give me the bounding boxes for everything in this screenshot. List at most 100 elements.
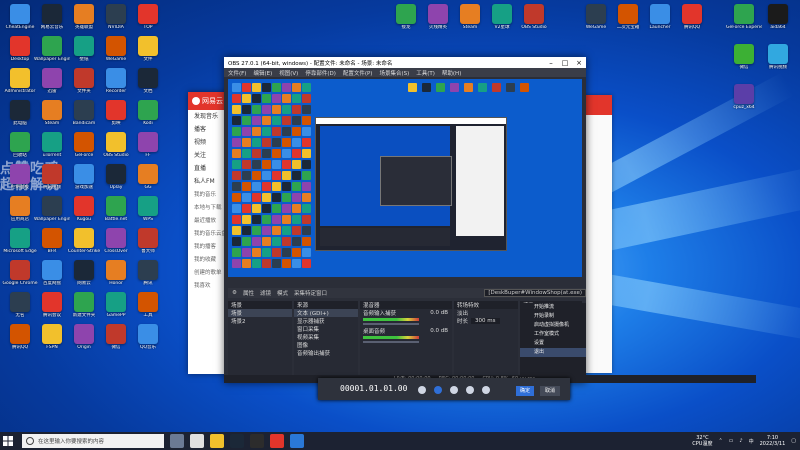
desktop-icon[interactable]: 火线精英	[420, 4, 456, 30]
cancel-button[interactable]: 取消	[540, 386, 560, 396]
obs-titlebar[interactable]: OBS 27.0.1 (64-bit, windows) - 配置文件: 未命名…	[224, 57, 586, 68]
desktop-icon[interactable]: GeForce Experience	[726, 4, 762, 30]
desktop-icon[interactable]: 英雄联盟	[66, 4, 102, 30]
desktop-icon[interactable]: TOP	[130, 4, 166, 30]
start-button[interactable]	[0, 432, 16, 450]
source-item[interactable]: 音频输出捕获	[294, 349, 358, 357]
desktop-icon[interactable]: 腾讯QQ	[674, 4, 710, 30]
source-item[interactable]: 文本 (GDI+)	[294, 309, 358, 317]
desktop-icon[interactable]: 应用商店	[2, 196, 38, 222]
desktop-icon[interactable]: 文件	[130, 36, 166, 62]
desktop-icon[interactable]: CrossOver	[98, 228, 134, 254]
obs-menu-item[interactable]: 编辑(E)	[253, 69, 272, 77]
properties-button[interactable]: 属性	[243, 289, 254, 297]
menu-item[interactable]: 开始录制	[520, 312, 586, 321]
desktop-icon[interactable]: Steam	[452, 4, 488, 30]
desktop-icon[interactable]: 二次元宝箱	[610, 4, 646, 30]
close-icon[interactable]: ×	[572, 59, 586, 67]
desktop-icon[interactable]: 控制面板	[2, 164, 38, 190]
menu-item[interactable]: 开始推流	[520, 303, 586, 312]
source-item[interactable]: 视频采集	[294, 333, 358, 341]
netease-icon[interactable]	[270, 434, 284, 448]
desktop-icon[interactable]: 壁纸	[66, 36, 102, 62]
obs-menu-item[interactable]: 视图(V)	[279, 69, 298, 77]
menu-item[interactable]: 设置	[520, 339, 586, 348]
desktop-icon[interactable]: Desktop	[2, 36, 38, 62]
scene-item[interactable]: 场景	[228, 309, 292, 317]
chrome-icon[interactable]	[190, 434, 204, 448]
desktop-icon[interactable]: 腾讯QQ	[2, 324, 38, 350]
desktop-icon[interactable]: FF	[130, 132, 166, 158]
desktop-icon[interactable]: 微信	[726, 44, 762, 70]
desktop-icon[interactable]: Wallpaper Engine	[34, 36, 70, 62]
task-view-icon[interactable]	[170, 434, 184, 448]
stop-icon[interactable]	[434, 386, 442, 394]
steam-icon[interactable]	[230, 434, 244, 448]
desktop-icon[interactable]: NVIDIA	[98, 4, 134, 30]
taskbar-search-input[interactable]: 在这里输入你要搜索的内容	[22, 434, 164, 448]
capture-mode-select[interactable]: 采集特定窗口	[294, 289, 327, 297]
notification-icon[interactable]: ▢	[791, 438, 796, 444]
desktop-icon[interactable]: 游戏加速	[66, 164, 102, 190]
desktop-icon[interactable]: 文件夹	[66, 68, 102, 94]
obs-menu-item[interactable]: 工具(T)	[416, 69, 435, 77]
desktop-icon[interactable]: 无名	[2, 292, 38, 318]
minimize-icon[interactable]: –	[544, 59, 558, 67]
volume-slider[interactable]	[363, 341, 419, 343]
desktop-icon[interactable]: GeForce	[66, 132, 102, 158]
desktop-icon[interactable]: Wallpaper Engine	[34, 196, 70, 222]
desktop-icon[interactable]: WPS	[130, 196, 166, 222]
obs-menu-item[interactable]: 停靠部件(D)	[305, 69, 336, 77]
desktop-icon[interactable]: GamePP	[98, 292, 134, 318]
obs-menu-item[interactable]: 帮助(H)	[442, 69, 461, 77]
desktop-icon[interactable]: 腾讯会议	[34, 292, 70, 318]
menu-item[interactable]: 工作室模式	[520, 330, 586, 339]
desktop-icon[interactable]: V2星球	[484, 4, 520, 30]
desktop-icon[interactable]: WeGame	[98, 36, 134, 62]
desktop-icon[interactable]: aida64	[760, 4, 796, 30]
desktop-icon[interactable]: 百度网盘	[34, 260, 70, 286]
maximize-icon[interactable]: □	[558, 59, 572, 67]
desktop-icon[interactable]: Google Chrome	[2, 260, 38, 286]
desktop-icon[interactable]: OBS Studio	[98, 132, 134, 158]
obs-icon[interactable]	[250, 434, 264, 448]
clock[interactable]: 7:10 2022/3/11	[760, 435, 786, 447]
desktop-icon[interactable]: Launcher	[642, 4, 678, 30]
desktop-icon[interactable]: Recorder	[98, 68, 134, 94]
background-window[interactable]	[582, 95, 612, 373]
desktop-icon[interactable]: 迅雷	[34, 68, 70, 94]
desktop-icon[interactable]: Counter-Strike	[66, 228, 102, 254]
desktop-icon[interactable]: OBS Studio	[516, 4, 552, 30]
desktop-icon[interactable]: Honor	[98, 260, 134, 286]
scene-item[interactable]: 场景2	[228, 317, 292, 325]
desktop-icon[interactable]: 网易云音乐	[34, 4, 70, 30]
obs-preview[interactable]	[228, 79, 582, 277]
gear-icon[interactable]: ⚙	[232, 290, 237, 296]
prev-icon[interactable]	[418, 386, 426, 394]
desktop-icon[interactable]: 此电脑	[2, 100, 38, 126]
desktop-icon[interactable]: Microsoft Edge	[2, 228, 38, 254]
desktop-icon[interactable]: 新建文件夹	[66, 292, 102, 318]
menu-item[interactable]: 启动虚拟摄像机	[520, 321, 586, 330]
file-explorer-icon[interactable]	[210, 434, 224, 448]
desktop-icon[interactable]: 鲁大师	[130, 228, 166, 254]
obs-menu-item[interactable]: 场景集合(S)	[379, 69, 409, 77]
chevron-up-icon[interactable]: ⌃	[718, 438, 722, 444]
play-icon[interactable]	[450, 386, 458, 394]
desktop-icon[interactable]: 文档	[130, 68, 166, 94]
desktop-icon[interactable]: GG	[130, 164, 166, 190]
ime-icon[interactable]: 中	[749, 438, 754, 445]
source-item[interactable]: 窗口采集	[294, 325, 358, 333]
transition-duration[interactable]: 时长 300 ms	[454, 317, 518, 325]
desktop-icon[interactable]: BFR	[34, 228, 70, 254]
obs-menu-item[interactable]: 文件(F)	[228, 69, 246, 77]
desktop-icon[interactable]: FSPN	[34, 324, 70, 350]
obs-menu-item[interactable]: 配置文件(P)	[343, 69, 373, 77]
desktop-icon[interactable]: CheatEngine	[2, 4, 38, 30]
desktop-icon[interactable]: Uplay	[98, 164, 134, 190]
desktop-icon[interactable]: uTorrent	[34, 132, 70, 158]
source-window-select[interactable]: [DeskBuper#WindowShop(at.exe)	[484, 289, 586, 297]
volume-slider[interactable]	[363, 323, 419, 325]
desktop-icon[interactable]: Administrator	[2, 68, 38, 94]
desktop-icon[interactable]: 接龙	[388, 4, 424, 30]
